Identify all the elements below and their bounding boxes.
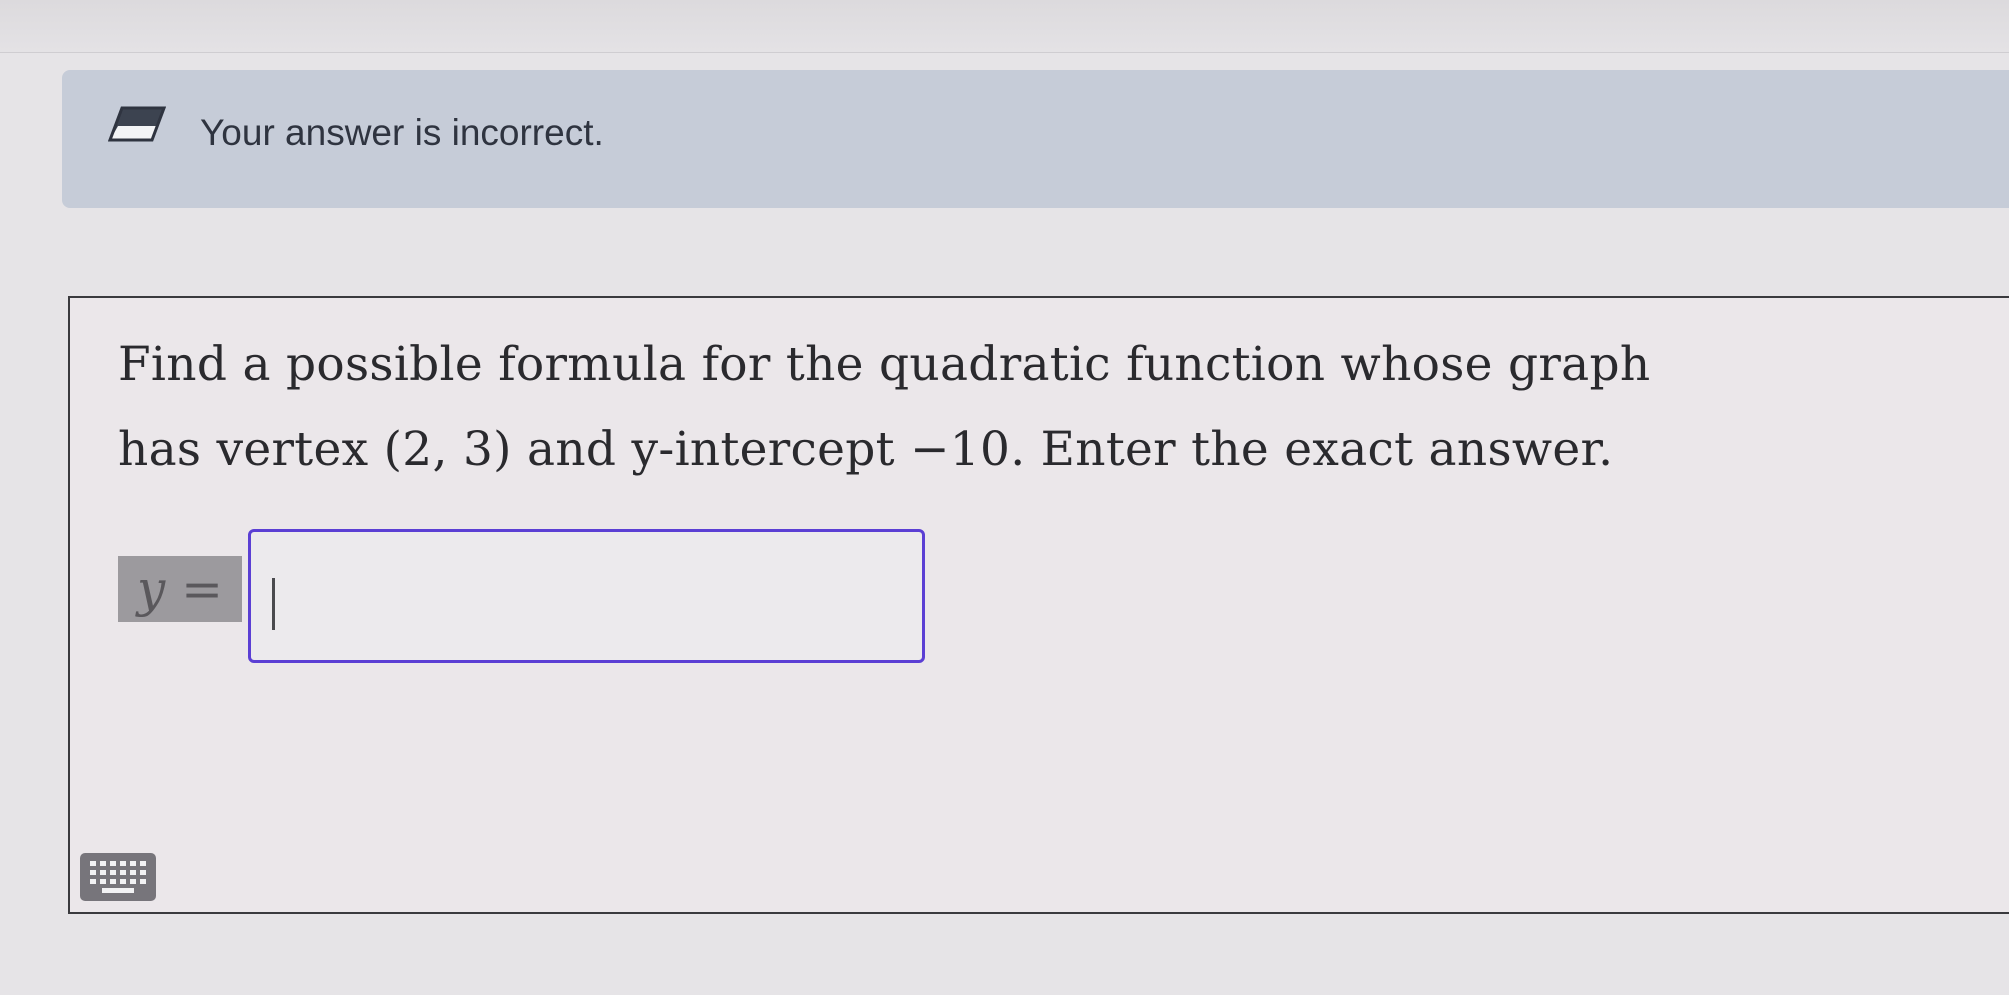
eraser-icon (108, 106, 166, 142)
question-line-2: has vertex (2, 3) and y-intercept −10. E… (118, 422, 1614, 477)
feedback-message: Your answer is incorrect. (200, 112, 604, 153)
text-caret (272, 578, 275, 630)
answer-variable-label: y = (118, 556, 242, 622)
page-header-strip (0, 0, 2009, 53)
keyboard-icon (90, 861, 146, 893)
question-prompt: Find a possible formula for the quadrati… (118, 322, 1918, 492)
question-line-1: Find a possible formula for the quadrati… (118, 337, 1651, 392)
keyboard-toggle-button[interactable] (80, 853, 156, 901)
answer-input[interactable] (248, 529, 925, 663)
